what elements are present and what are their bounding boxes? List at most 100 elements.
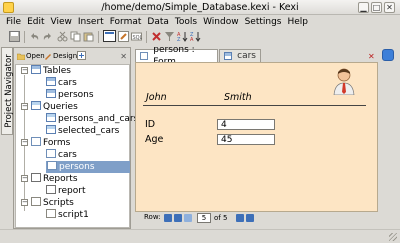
svg-text:A: A bbox=[190, 37, 194, 42]
menu-format[interactable]: Format bbox=[108, 15, 146, 28]
cut-icon[interactable] bbox=[57, 31, 68, 42]
sort-descending-icon[interactable]: ZA bbox=[190, 31, 201, 42]
tab-persons-form[interactable]: persons : Form bbox=[135, 45, 218, 67]
property-editor-icon[interactable] bbox=[382, 49, 394, 61]
tree-group-label: Reports bbox=[43, 174, 78, 184]
tree-item-label: selected_cars bbox=[58, 126, 120, 136]
tree-item-table-persons[interactable]: persons bbox=[46, 89, 94, 101]
navigator-toolbar: Open Design ✕ bbox=[14, 48, 130, 64]
resize-grip-icon[interactable] bbox=[389, 233, 397, 241]
redo-icon[interactable] bbox=[42, 31, 53, 42]
expand-queries-toggle[interactable]: − bbox=[21, 103, 28, 110]
expand-tables-toggle[interactable]: − bbox=[21, 67, 28, 74]
expand-reports-toggle[interactable]: − bbox=[21, 175, 28, 182]
age-field-label: Age bbox=[145, 134, 164, 145]
project-navigator-panel: Open Design ✕ − Tables cars persons − Qu… bbox=[13, 47, 138, 229]
close-tab-icon[interactable]: ✕ bbox=[368, 52, 375, 61]
sort-ascending-icon[interactable]: AZ bbox=[177, 31, 188, 42]
save-icon[interactable] bbox=[9, 31, 20, 42]
tab-label: cars bbox=[237, 51, 256, 61]
menu-help[interactable]: Help bbox=[286, 15, 313, 28]
filter-icon[interactable] bbox=[164, 31, 175, 42]
design-pencil-icon bbox=[45, 54, 51, 60]
minimize-button[interactable]: ▁ bbox=[358, 2, 369, 13]
new-record-button[interactable] bbox=[246, 214, 254, 222]
open-label: Open bbox=[26, 52, 45, 60]
last-record-button[interactable] bbox=[236, 214, 244, 222]
script-icon bbox=[46, 209, 56, 218]
design-button[interactable]: Design bbox=[44, 51, 77, 61]
previous-record-button[interactable] bbox=[174, 214, 182, 222]
maximize-button[interactable]: □ bbox=[371, 2, 382, 13]
tree-group-forms[interactable]: Forms bbox=[31, 137, 70, 149]
tree-group-queries[interactable]: Queries bbox=[31, 101, 78, 113]
title-bar: /home/demo/Simple_Database.kexi - Kexi ▁… bbox=[0, 0, 400, 15]
status-bar bbox=[0, 229, 400, 243]
record-navigator: Row: 5 of 5 bbox=[135, 212, 378, 225]
menu-edit[interactable]: Edit bbox=[25, 15, 48, 28]
current-record-input[interactable]: 5 bbox=[197, 213, 211, 223]
data-view-icon[interactable] bbox=[103, 30, 116, 42]
tree-item-script1[interactable]: script1 bbox=[46, 209, 89, 221]
expand-scripts-toggle[interactable]: − bbox=[21, 199, 28, 206]
sql-view-icon[interactable]: SQL bbox=[131, 31, 142, 42]
close-button[interactable]: ✕ bbox=[384, 2, 395, 13]
tree-group-label: Scripts bbox=[43, 198, 74, 208]
menu-settings[interactable]: Settings bbox=[243, 15, 286, 28]
tree-item-form-persons[interactable]: persons bbox=[46, 161, 130, 173]
forms-group-icon bbox=[31, 137, 41, 146]
table-icon bbox=[46, 89, 56, 98]
menu-bar: File Edit View Insert Format Data Tools … bbox=[0, 15, 400, 28]
tree-item-label: persons bbox=[58, 90, 94, 100]
tree-item-form-cars[interactable]: cars bbox=[46, 149, 77, 161]
first-record-button[interactable] bbox=[164, 214, 172, 222]
tree-group-label: Forms bbox=[43, 138, 71, 148]
toolbar-separator bbox=[24, 31, 25, 43]
toolbar-separator bbox=[98, 31, 99, 43]
next-record-button[interactable] bbox=[184, 214, 192, 222]
menu-view[interactable]: View bbox=[49, 15, 76, 28]
age-field-input[interactable]: 45 bbox=[217, 134, 275, 145]
form-view: John Smith ID 4 Age 45 bbox=[135, 62, 378, 212]
tree-item-label: persons bbox=[59, 162, 95, 172]
row-label: Row: bbox=[144, 213, 161, 221]
design-view-icon[interactable] bbox=[118, 31, 129, 42]
cancel-changes-icon[interactable] bbox=[151, 31, 162, 42]
toolbar-separator bbox=[146, 31, 147, 43]
tree-item-table-cars[interactable]: cars bbox=[46, 77, 77, 89]
menu-data[interactable]: Data bbox=[145, 15, 173, 28]
paste-icon[interactable] bbox=[83, 31, 94, 42]
tree-group-label: Queries bbox=[43, 102, 78, 112]
last-name-label: Smith bbox=[224, 92, 252, 103]
navigator-close-icon[interactable]: ✕ bbox=[120, 52, 127, 61]
form-icon bbox=[47, 161, 57, 170]
tree-group-reports[interactable]: Reports bbox=[31, 173, 78, 185]
reports-group-icon bbox=[31, 173, 41, 182]
open-button[interactable]: Open bbox=[17, 51, 45, 61]
menu-window[interactable]: Window bbox=[201, 15, 243, 28]
tree-group-tables[interactable]: Tables bbox=[31, 65, 71, 77]
tree-item-query-persons-and-cars[interactable]: persons_and_cars bbox=[46, 113, 138, 125]
tree-item-query-selected-cars[interactable]: selected_cars bbox=[46, 125, 119, 137]
tree-item-label: report bbox=[58, 186, 86, 196]
svg-text:SQL: SQL bbox=[133, 35, 143, 41]
tree-item-report[interactable]: report bbox=[46, 185, 86, 197]
expand-forms-toggle[interactable]: − bbox=[21, 139, 28, 146]
menu-insert[interactable]: Insert bbox=[76, 15, 108, 28]
person-avatar-icon bbox=[333, 68, 355, 95]
project-navigator-tab[interactable]: Project Navigator bbox=[1, 47, 14, 135]
menu-file[interactable]: File bbox=[4, 15, 25, 28]
new-object-icon[interactable] bbox=[77, 51, 86, 60]
id-field-input[interactable]: 4 bbox=[217, 119, 275, 130]
tree-group-scripts[interactable]: Scripts bbox=[31, 197, 74, 209]
undo-icon[interactable] bbox=[29, 31, 40, 42]
tree-item-label: persons_and_cars bbox=[58, 114, 139, 124]
copy-icon[interactable] bbox=[70, 31, 81, 42]
main-toolbar: SQL AZ ZA bbox=[0, 29, 400, 44]
form-divider-line bbox=[143, 105, 366, 106]
tab-cars[interactable]: cars bbox=[219, 49, 261, 62]
tables-group-icon bbox=[31, 65, 41, 74]
report-icon bbox=[46, 185, 56, 194]
form-icon bbox=[46, 149, 56, 158]
menu-tools[interactable]: Tools bbox=[173, 15, 201, 28]
